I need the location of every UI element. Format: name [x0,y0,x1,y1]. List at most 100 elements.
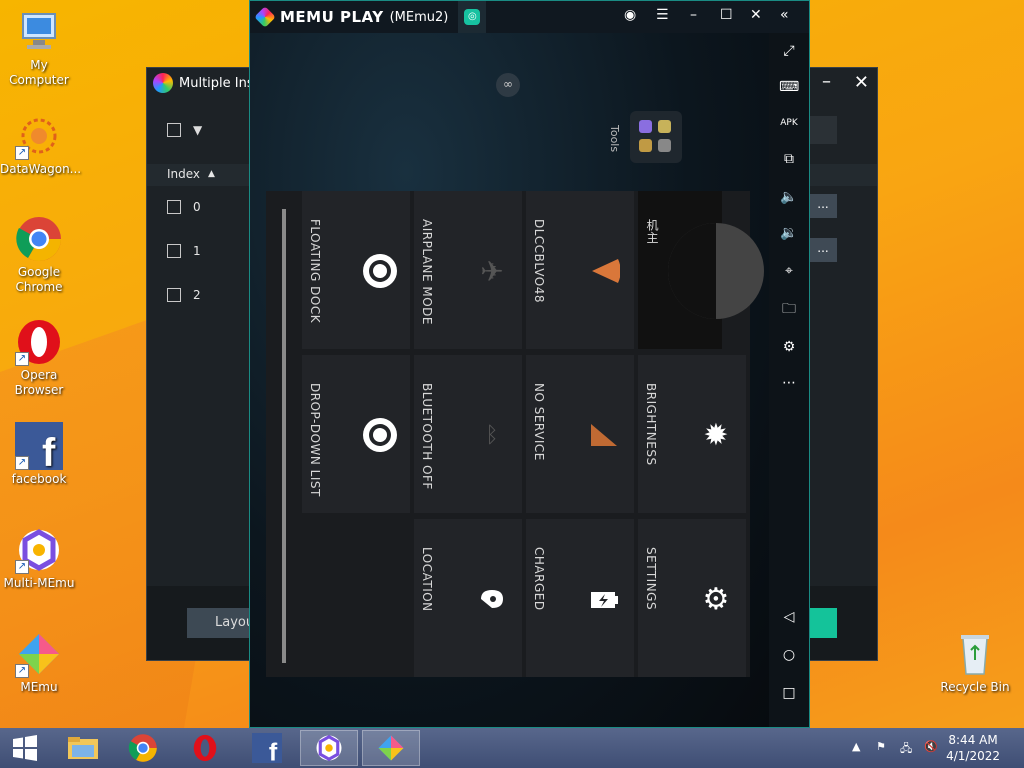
row-more-button[interactable]: ... [809,194,837,218]
memu-icon[interactable] [362,730,420,766]
memu-logo-icon [254,6,276,28]
shortcut-arrow-icon: ↗ [15,456,29,470]
desktop-icon-label: Opera Browser [14,368,64,397]
file-explorer-icon[interactable] [54,730,112,766]
close-icon[interactable]: ✕ [854,72,869,93]
opera-icon: ↗ [15,318,63,366]
show-hidden-icons-icon[interactable]: ▲ [852,740,860,753]
app-tab-icon: ◎ [464,9,481,25]
user-avatar[interactable] [668,223,764,319]
start-button[interactable] [0,730,50,766]
memu-sidebar: ⤢ ⌨ APK ⧉ 🔈 🔉 ⌖ 🗀 ⚙ ⋯ ◁ ○ □ [769,33,809,727]
tools-folder[interactable] [630,111,682,163]
location-icon[interactable]: ⌖ [779,261,799,281]
memu-window: MEMU PLAY (MEmu2) ◎ ◉ ☰ – ☐ ✕ « ∞ Tools … [249,0,810,728]
instance-name: (MEmu2) [389,9,449,25]
clock-time: 8:44 AM [948,733,998,747]
back-icon[interactable]: ◁ [779,607,799,627]
desktop-icon-recycle-bin[interactable]: Recycle Bin [936,630,1014,695]
multi-memu-logo-icon [153,73,173,93]
maximize-icon[interactable]: ☐ [720,7,733,23]
volume-up-icon[interactable]: 🔈 [779,187,799,207]
desktop-icon-memu[interactable]: ↗ MEmu [0,630,78,695]
tile-location[interactable]: LOCATION [414,519,522,677]
gear-icon[interactable]: ⚙ [779,337,799,357]
recent-apps-icon[interactable]: □ [779,683,799,703]
new-instance-button[interactable] [809,608,837,638]
desktop-icon-label: My Computer [9,58,69,87]
desktop-icon-label: DataWagon... [0,162,82,176]
opera-icon[interactable] [176,730,234,766]
layout-button[interactable]: Layou [187,608,257,638]
floating-dock-icon [362,253,398,289]
desktop-icon-my-computer[interactable]: My Computer [0,8,78,88]
datawagon-icon: ↗ [15,112,63,160]
table-row[interactable]: 0 [167,200,201,214]
desktop-icon-chrome[interactable]: Google Chrome [0,215,78,295]
tile-no-service[interactable]: NO SERVICE [526,355,634,513]
chrome-icon[interactable] [114,730,172,766]
brightness-icon: ✹ [703,417,729,453]
desktop-icon-label: MEmu [20,680,58,694]
tile-drop-down-list[interactable]: DROP-DOWN LIST [302,355,410,513]
system-clock[interactable]: 8:44 AM 4/1/2022 [946,732,1000,764]
desktop-icon-label: Multi-MEmu [3,576,75,590]
airplane-icon: ✈ [480,254,504,288]
volume-muted-icon[interactable]: 🔇 [924,740,938,753]
row-checkbox[interactable] [167,244,181,258]
tile-airplane-mode[interactable]: AIRPLANE MODE ✈ [414,191,522,349]
tile-floating-dock[interactable]: FLOATING DOCK [302,191,410,349]
minimize-icon[interactable]: – [822,71,831,92]
network-icon[interactable]: 🖧 [900,740,912,759]
folder-icon[interactable]: 🗀 [779,299,799,319]
brightness-slider[interactable] [282,209,286,663]
filter-icon[interactable]: ▼ [193,123,202,137]
facebook-icon[interactable]: f [238,730,296,766]
row-checkbox[interactable] [167,288,181,302]
android-screen[interactable]: ∞ Tools FLOATING DOCK DROP-DOWN LIST AIR… [250,33,770,727]
desktop-icon-opera[interactable]: ↗ Opera Browser [0,318,78,398]
keyboard-icon[interactable]: ⌨ [779,77,799,97]
minimize-icon[interactable]: – [690,7,697,23]
chrome-icon [15,215,63,263]
action-center-icon[interactable]: ⚑ [876,740,886,753]
more-icon[interactable]: ⋯ [779,373,799,393]
tile-charged[interactable]: CHARGED [526,519,634,677]
desktop-icon-label: Google Chrome [15,265,63,294]
desktop-icon-label: Recycle Bin [940,680,1010,694]
app-tab[interactable]: ◎ [458,1,487,33]
recycle-bin-icon [951,630,999,678]
index-column-header[interactable]: Index ▲ [167,167,215,181]
tile-bluetooth[interactable]: BLUETOOTH OFF ᛒ [414,355,522,513]
apk-icon[interactable]: APK [779,113,799,133]
desktop-icon-facebook[interactable]: f ↗ facebook [0,422,78,487]
battery-icon [586,581,622,617]
bluetooth-icon: ᛒ [485,422,499,448]
floating-badge[interactable]: ∞ [496,73,520,97]
multi-memu-icon[interactable] [300,730,358,766]
row-more-button[interactable]: ... [809,238,837,262]
shortcut-arrow-icon: ↗ [15,352,29,366]
fullscreen-icon[interactable]: ⤢ [779,41,799,61]
desktop-icon-datawagon[interactable]: ↗ DataWagon... [0,112,82,177]
select-all-checkbox[interactable] [167,123,181,137]
location-icon [474,581,510,617]
shortcut-arrow-icon: ↗ [15,146,29,160]
tile-settings[interactable]: SETTINGS ⚙ [638,519,746,677]
account-icon[interactable]: ◉ [624,7,636,23]
volume-down-icon[interactable]: 🔉 [779,223,799,243]
table-row[interactable]: 2 [167,288,201,302]
tile-brightness[interactable]: BRIGHTNESS ✹ [638,355,746,513]
clock-date: 4/1/2022 [946,749,1000,763]
table-row[interactable]: 1 [167,244,201,258]
close-icon[interactable]: ✕ [750,7,762,23]
menu-icon[interactable]: ☰ [656,7,669,23]
signal-icon [586,417,622,453]
svg-text:f: f [42,431,56,470]
multi-window-icon[interactable]: ⧉ [779,149,799,169]
desktop-icon-multi-memu[interactable]: ↗ Multi-MEmu [0,526,78,591]
collapse-sidebar-icon[interactable]: « [780,7,789,23]
home-icon[interactable]: ○ [779,645,799,665]
row-checkbox[interactable] [167,200,181,214]
tile-wifi[interactable]: DLCCBLVO48 [526,191,634,349]
